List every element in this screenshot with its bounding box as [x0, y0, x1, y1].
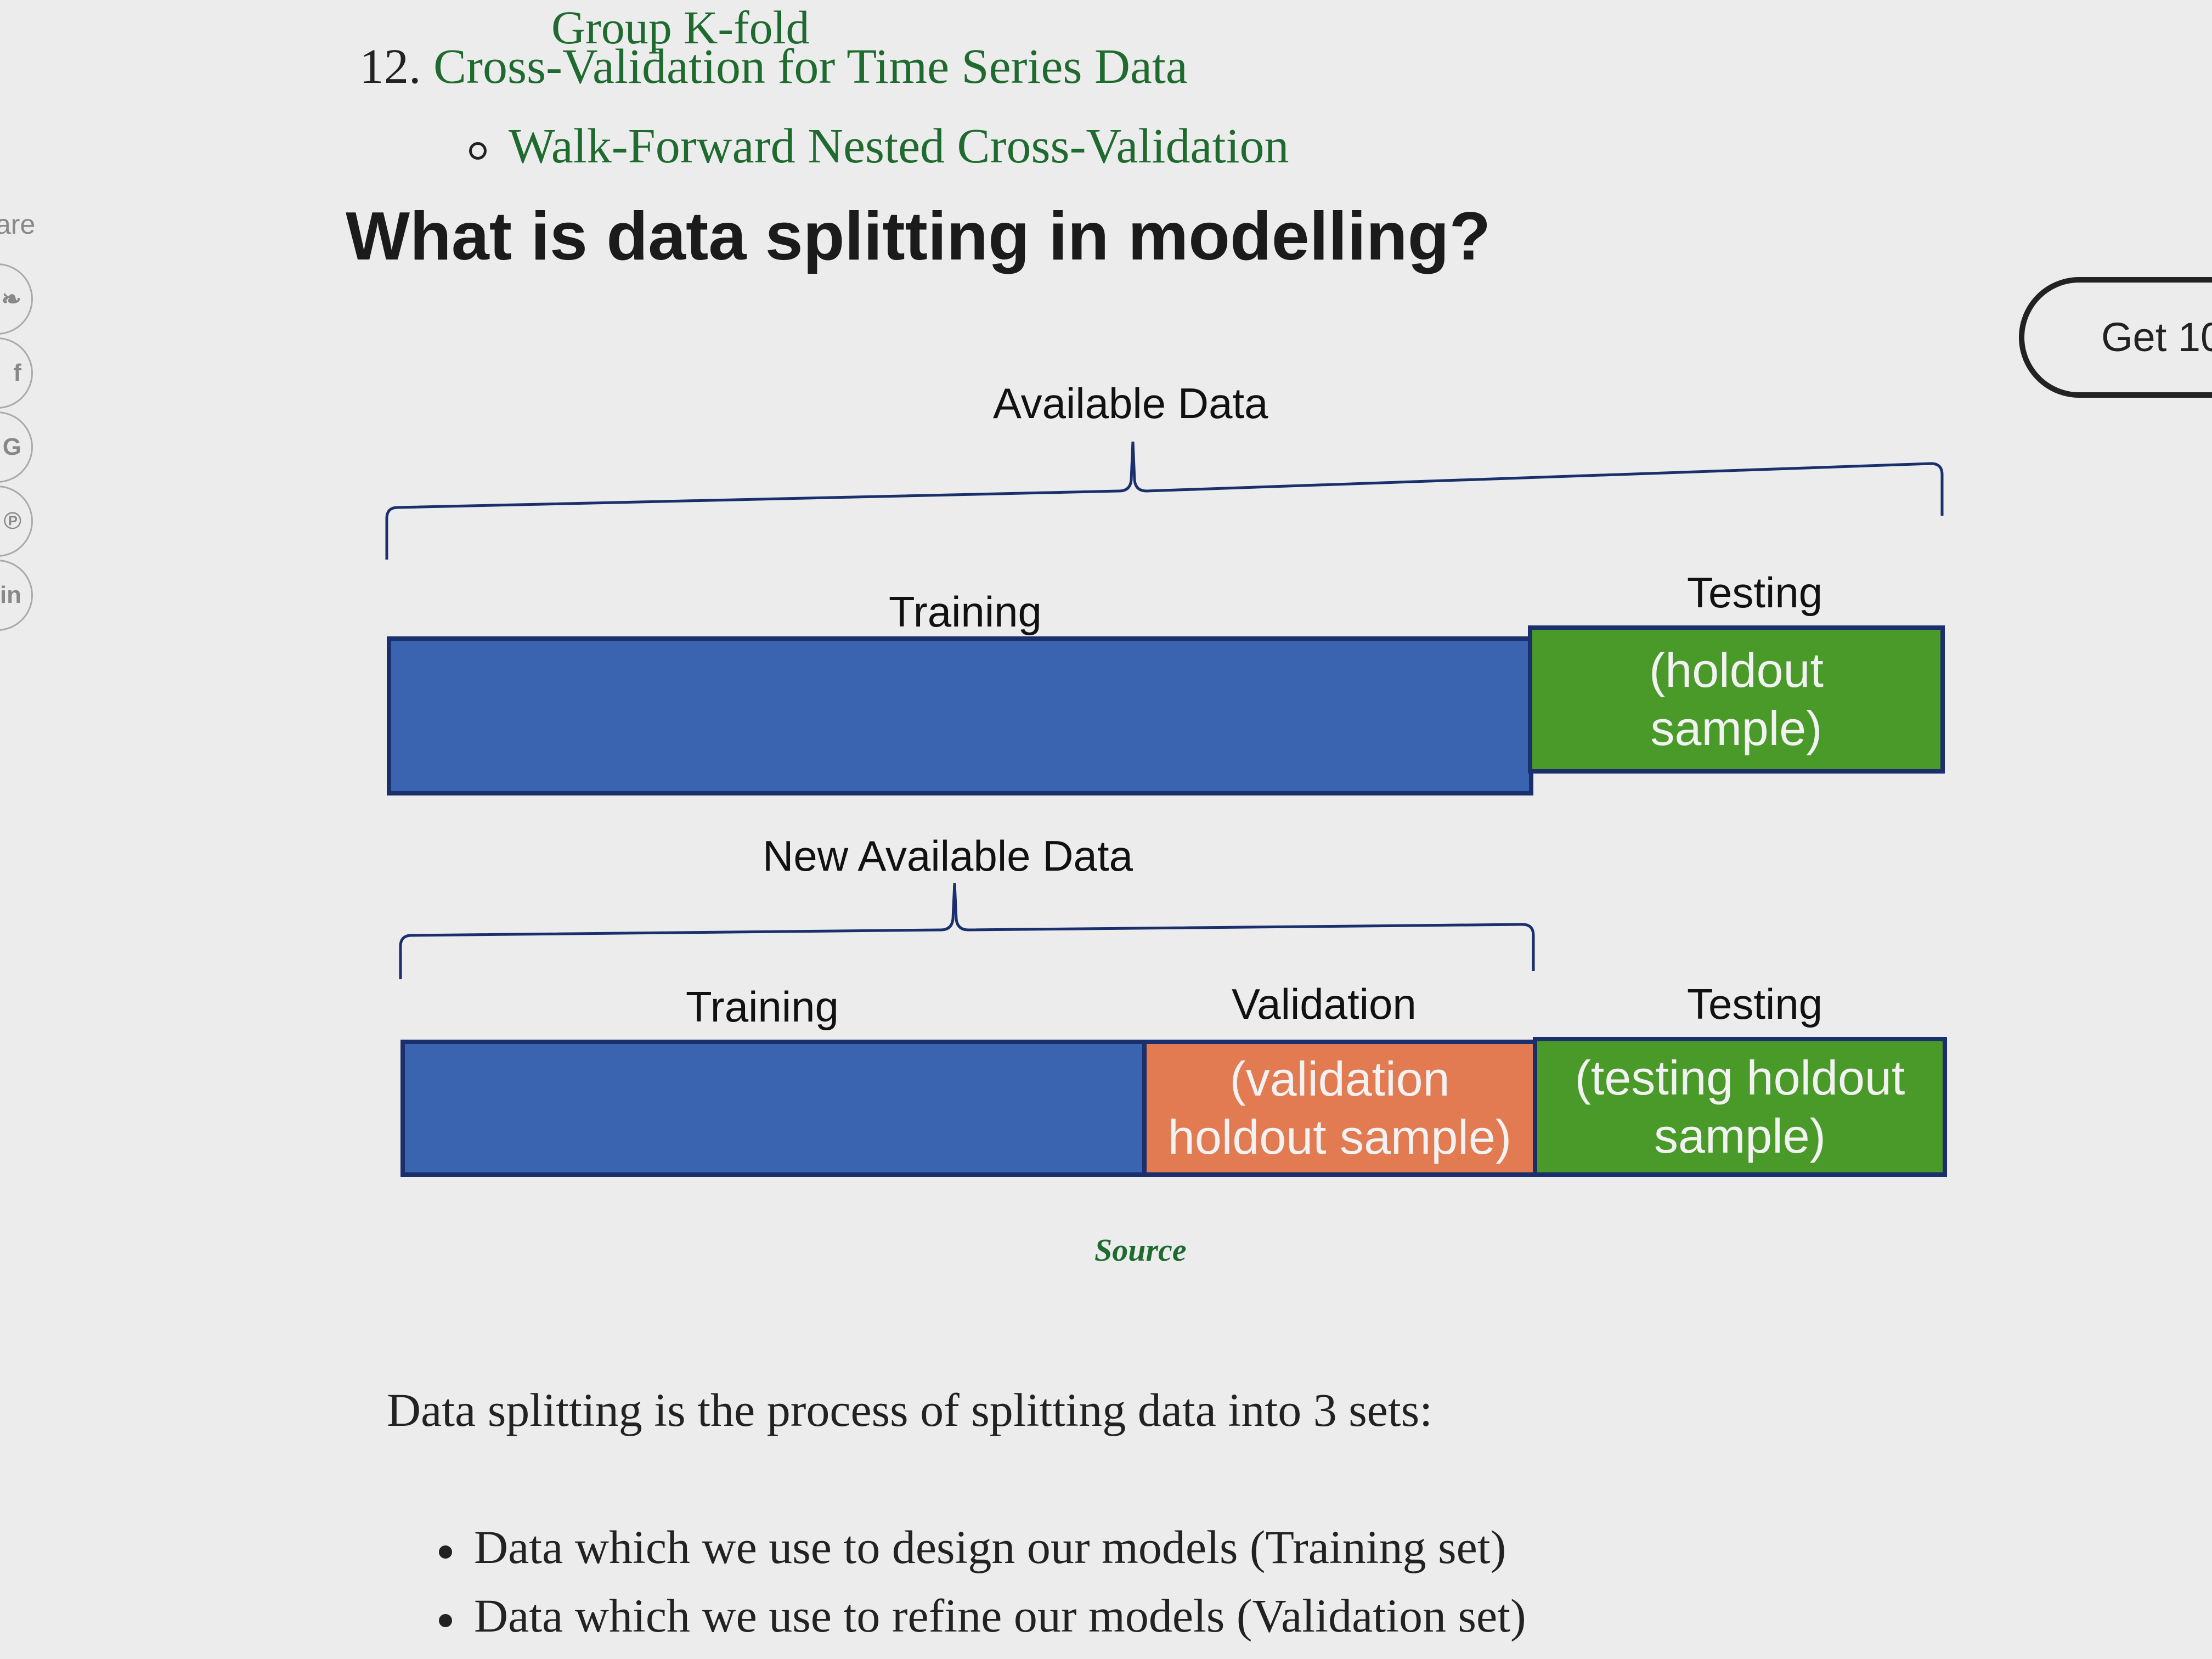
source-link[interactable]: Source [1094, 1232, 1187, 1268]
bottom-validation-bar: (validation holdout sample) [1142, 1040, 1537, 1177]
top-training-bar [387, 636, 1533, 795]
available-data-label: Available Data [993, 379, 1268, 427]
bullet-text: Data which we use to design our models (… [474, 1521, 1506, 1573]
bottom-training-label: Training [686, 983, 839, 1031]
list-item: Data which we use to refine our models (… [439, 1588, 1526, 1657]
bottom-validation-label: Validation [1232, 980, 1417, 1028]
bottom-validation-text: (validation holdout sample) [1167, 1052, 1512, 1164]
available-data-brace [385, 441, 1944, 560]
top-training-label: Training [889, 588, 1042, 636]
body-intro: Data splitting is the process of splitti… [387, 1384, 1433, 1436]
list-item: Data which we use to design our models (… [439, 1520, 1526, 1588]
bottom-testing-bar: (testing holdout sample) [1533, 1037, 1947, 1177]
new-available-data-label: New Available Data [763, 832, 1133, 880]
bullet-list: Data which we use to design our models (… [439, 1520, 1526, 1657]
bullet-dot-icon [439, 1545, 452, 1559]
bullet-text: Data which we use to refine our models (… [474, 1589, 1526, 1642]
top-testing-label: Testing [1687, 568, 1823, 617]
new-available-data-brace [399, 883, 1535, 979]
bottom-testing-label: Testing [1687, 980, 1823, 1028]
bottom-training-bar [400, 1040, 1147, 1177]
top-testing-bar: (holdout sample) [1528, 625, 1945, 774]
bottom-testing-text: (testing holdout sample) [1575, 1050, 1905, 1163]
top-testing-text: (holdout sample) [1649, 643, 1824, 755]
bullet-dot-icon [439, 1614, 452, 1628]
